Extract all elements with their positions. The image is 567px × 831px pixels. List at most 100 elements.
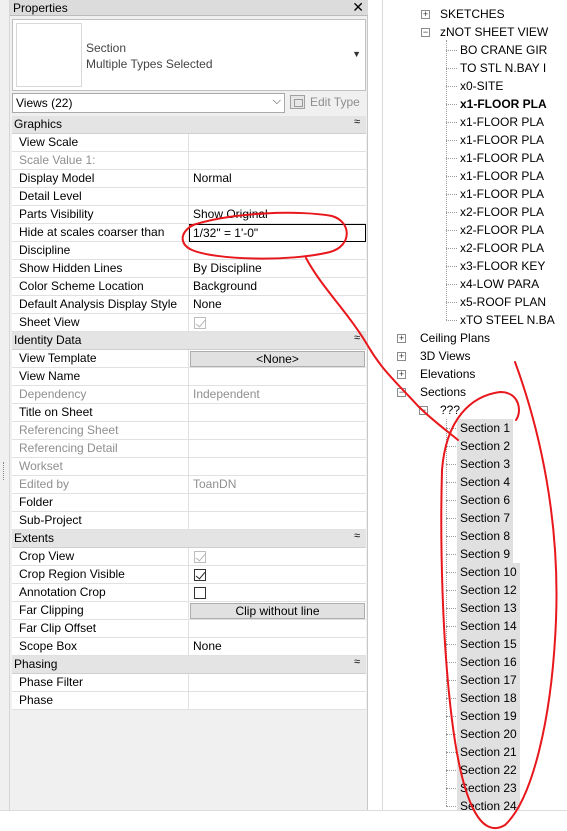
- property-row-default-analysis-display-style[interactable]: Default Analysis Display Style None: [12, 296, 366, 314]
- tree-item-section[interactable]: Section 3: [457, 455, 514, 473]
- collapse-icon[interactable]: ≈: [354, 332, 360, 344]
- tree-item-view[interactable]: SKETCHES: [440, 5, 505, 23]
- property-value[interactable]: [190, 620, 366, 638]
- tree-item-view[interactable]: x2-FLOOR PLA: [460, 221, 544, 239]
- property-value[interactable]: [190, 188, 366, 206]
- tree-item-view[interactable]: x4-LOW PARA: [460, 275, 539, 293]
- group-header-identity-data[interactable]: Identity Data ≈: [12, 332, 366, 350]
- instance-filter-dropdown[interactable]: Views (22) ⌵: [12, 93, 285, 113]
- property-row-view-template[interactable]: View Template <None>: [12, 350, 366, 368]
- tree-item-section[interactable]: Section 16: [457, 653, 520, 671]
- tree-item-section[interactable]: Section 18: [457, 689, 520, 707]
- property-value[interactable]: Background: [190, 278, 366, 296]
- tree-item-section[interactable]: Section 8: [457, 527, 514, 545]
- tree-item-section[interactable]: Section 14: [457, 617, 520, 635]
- tree-item-view[interactable]: BO CRANE GIR: [460, 41, 547, 59]
- property-value[interactable]: By Discipline: [190, 260, 366, 278]
- property-row-workset[interactable]: Workset: [12, 458, 366, 476]
- expand-icon[interactable]: +: [397, 352, 406, 361]
- tree-item-view[interactable]: x1-FLOOR PLA: [460, 95, 547, 113]
- tree-item-view[interactable]: x1-FLOOR PLA: [460, 113, 544, 131]
- property-row-sub-project[interactable]: Sub-Project: [12, 512, 366, 530]
- tree-group-unnamed[interactable]: ???: [440, 401, 460, 419]
- property-value[interactable]: [190, 368, 366, 386]
- property-value[interactable]: [190, 404, 366, 422]
- tree-category-3d-views[interactable]: 3D Views: [420, 347, 470, 365]
- chevron-down-icon[interactable]: ⌵: [273, 95, 281, 108]
- tree-item-view[interactable]: x2-FLOOR PLA: [460, 239, 544, 257]
- property-row-crop-region-visible[interactable]: Crop Region Visible: [12, 566, 366, 584]
- checkbox-crop-region-visible[interactable]: [194, 569, 206, 581]
- tree-item-section[interactable]: Section 15: [457, 635, 520, 653]
- tree-category-sections[interactable]: Sections: [420, 383, 466, 401]
- tree-item-view[interactable]: x2-FLOOR PLA: [460, 203, 544, 221]
- collapse-icon[interactable]: ≈: [354, 530, 360, 542]
- collapse-tree-icon[interactable]: −: [397, 388, 406, 397]
- property-row-far-clip-offset[interactable]: Far Clip Offset: [12, 620, 366, 638]
- property-value[interactable]: None: [190, 638, 366, 656]
- property-row-far-clipping[interactable]: Far Clipping Clip without line: [12, 602, 366, 620]
- property-row-annotation-crop[interactable]: Annotation Crop: [12, 584, 366, 602]
- property-value[interactable]: [190, 134, 366, 152]
- grip-handle-icon[interactable]: [3, 462, 6, 480]
- property-button-far-clipping[interactable]: Clip without line: [190, 603, 365, 619]
- property-row-dependency[interactable]: Dependency Independent: [12, 386, 366, 404]
- property-value[interactable]: Show Original: [190, 206, 366, 224]
- tree-item-section[interactable]: Section 6: [457, 491, 514, 509]
- property-row-crop-view[interactable]: Crop View: [12, 548, 366, 566]
- expand-icon[interactable]: +: [397, 370, 406, 379]
- group-header-graphics[interactable]: Graphics ≈: [12, 116, 366, 134]
- property-row-folder[interactable]: Folder: [12, 494, 366, 512]
- tree-item-section[interactable]: Section 2: [457, 437, 514, 455]
- tree-item-section[interactable]: Section 13: [457, 599, 520, 617]
- property-value[interactable]: [190, 692, 366, 710]
- dropdown-arrow-icon[interactable]: ▼: [352, 49, 361, 59]
- collapse-tree-icon[interactable]: −: [419, 406, 428, 415]
- tree-item-view[interactable]: zNOT SHEET VIEW: [440, 23, 548, 41]
- tree-item-section[interactable]: Section 20: [457, 725, 520, 743]
- property-value-input[interactable]: 1/32" = 1'-0": [189, 224, 366, 242]
- tree-item-view[interactable]: x1-FLOOR PLA: [460, 167, 544, 185]
- property-row-title-on-sheet[interactable]: Title on Sheet: [12, 404, 366, 422]
- property-row-referencing-sheet[interactable]: Referencing Sheet: [12, 422, 366, 440]
- property-value[interactable]: None: [190, 296, 366, 314]
- collapse-tree-icon[interactable]: −: [421, 28, 430, 37]
- property-row-discipline[interactable]: Discipline: [12, 242, 366, 260]
- tree-category-ceiling-plans[interactable]: Ceiling Plans: [420, 329, 490, 347]
- property-row-scope-box[interactable]: Scope Box None: [12, 638, 366, 656]
- property-value[interactable]: [190, 242, 366, 260]
- property-row-detail-level[interactable]: Detail Level: [12, 188, 366, 206]
- collapse-icon[interactable]: ≈: [354, 116, 360, 128]
- tree-item-section[interactable]: Section 9: [457, 545, 514, 563]
- group-header-extents[interactable]: Extents ≈: [12, 530, 366, 548]
- tree-item-view[interactable]: x0-SITE: [460, 77, 503, 95]
- property-value[interactable]: [190, 494, 366, 512]
- tree-category-elevations[interactable]: Elevations: [420, 365, 475, 383]
- tree-item-section[interactable]: Section 17: [457, 671, 520, 689]
- property-row-phase[interactable]: Phase: [12, 692, 366, 710]
- type-selector[interactable]: Section Multiple Types Selected ▼: [12, 19, 366, 91]
- property-row-sheet-view[interactable]: Sheet View: [12, 314, 366, 332]
- tree-item-section[interactable]: Section 10: [457, 563, 520, 581]
- checkbox-annotation-crop[interactable]: [194, 587, 206, 599]
- property-button-view-template[interactable]: <None>: [190, 351, 365, 367]
- property-row-scale-value-1[interactable]: Scale Value 1:: [12, 152, 366, 170]
- tree-item-view[interactable]: x1-FLOOR PLA: [460, 185, 544, 203]
- palette-dock-grip[interactable]: [0, 0, 10, 810]
- tree-item-section[interactable]: Section 19: [457, 707, 520, 725]
- property-value[interactable]: [190, 674, 366, 692]
- tree-item-section[interactable]: Section 4: [457, 473, 514, 491]
- property-row-view-name[interactable]: View Name: [12, 368, 366, 386]
- tree-item-view[interactable]: x1-FLOOR PLA: [460, 149, 544, 167]
- tree-item-view[interactable]: TO STL N.BAY I: [460, 59, 546, 77]
- property-row-color-scheme-location[interactable]: Color Scheme Location Background: [12, 278, 366, 296]
- tree-item-section[interactable]: Section 1: [457, 419, 514, 437]
- property-value[interactable]: [190, 512, 366, 530]
- tree-item-view[interactable]: x1-FLOOR PLA: [460, 131, 544, 149]
- property-row-phase-filter[interactable]: Phase Filter: [12, 674, 366, 692]
- edit-type-button[interactable]: Edit Type: [288, 93, 366, 113]
- tree-item-view[interactable]: xTO STEEL N.BA: [460, 311, 555, 329]
- close-icon[interactable]: ✕: [352, 0, 364, 15]
- property-row-hide-at-scales-coarser-than[interactable]: Hide at scales coarser than 1/32" = 1'-0": [12, 224, 366, 242]
- property-row-parts-visibility[interactable]: Parts Visibility Show Original: [12, 206, 366, 224]
